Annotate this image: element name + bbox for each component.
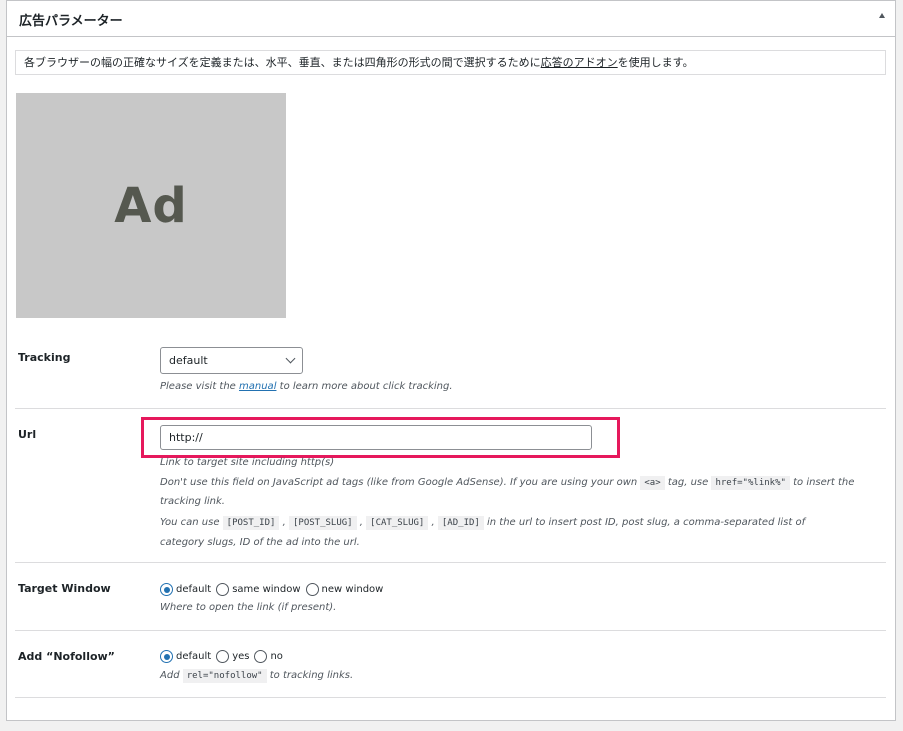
tracking-desc-before: Please visit the bbox=[160, 381, 240, 392]
nofollow-no-radio[interactable] bbox=[254, 650, 268, 663]
nofollow-description: Add rel="nofollow" to tracking links. bbox=[160, 669, 354, 683]
url-desc3-after: in the url to insert post ID, post slug,… bbox=[483, 517, 806, 528]
url-desc-placeholders: You can use [POST_ID] , [POST_SLUG] , [C… bbox=[160, 516, 806, 530]
manual-link[interactable]: manual bbox=[239, 381, 276, 392]
nofollow-default-label: default bbox=[176, 651, 212, 662]
notice-text-after: を使用します。 bbox=[617, 56, 694, 69]
target-window-default-label: default bbox=[176, 584, 212, 595]
target-window-same-label: same window bbox=[232, 584, 301, 595]
nofollow-desc-after: to tracking links. bbox=[266, 670, 354, 681]
row-divider bbox=[15, 697, 886, 698]
url-desc3-before: You can use bbox=[160, 517, 223, 528]
responsive-addon-notice: 各ブラウザーの幅の正確なサイズを定義または、水平、垂直、または四角形の形式の間で… bbox=[15, 50, 886, 75]
href-link-code: href="%link%" bbox=[711, 476, 790, 490]
ad-preview-label: Ad bbox=[114, 177, 188, 234]
tracking-description: Please visit the manual to learn more ab… bbox=[160, 381, 453, 392]
nofollow-options: default yes no bbox=[160, 650, 285, 663]
nofollow-yes-label: yes bbox=[232, 651, 250, 662]
post-id-code: [POST_ID] bbox=[222, 516, 280, 530]
row-divider bbox=[15, 562, 886, 563]
collapse-arrow-icon[interactable] bbox=[879, 13, 885, 18]
target-window-new-label: new window bbox=[321, 584, 384, 595]
target-window-same-radio[interactable] bbox=[216, 583, 230, 596]
row-divider bbox=[15, 630, 886, 631]
anchor-tag-code: <a> bbox=[640, 476, 665, 490]
notice-text-before: 各ブラウザーの幅の正確なサイズを定義または、水平、垂直、または四角形の形式の間で… bbox=[24, 56, 541, 69]
ad-id-code: [AD_ID] bbox=[437, 516, 484, 530]
post-slug-code: [POST_SLUG] bbox=[289, 516, 357, 530]
url-desc2-mid: tag, use bbox=[664, 477, 712, 488]
responsive-addon-link[interactable]: 応答のアドオン bbox=[541, 56, 618, 69]
nofollow-default-radio[interactable] bbox=[160, 650, 173, 663]
nofollow-yes-radio[interactable] bbox=[216, 650, 230, 663]
target-window-options: default same window new window bbox=[160, 583, 385, 596]
url-desc-line2: tracking link. bbox=[160, 496, 225, 507]
cat-slug-code: [CAT_SLUG] bbox=[366, 516, 429, 530]
nofollow-no-label: no bbox=[270, 651, 283, 662]
ad-preview-image: Ad bbox=[16, 93, 286, 318]
nofollow-label: Add “Nofollow” bbox=[18, 650, 115, 663]
tracking-select[interactable]: default bbox=[160, 347, 303, 374]
nofollow-desc-before: Add bbox=[160, 670, 183, 681]
tracking-desc-after: to learn more about click tracking. bbox=[276, 381, 453, 392]
rel-nofollow-code: rel="nofollow" bbox=[182, 669, 267, 683]
row-divider bbox=[15, 408, 886, 409]
tracking-selected-value: default bbox=[169, 354, 208, 367]
url-desc-protocol: Link to target site including http(s) bbox=[160, 457, 335, 468]
panel-title: 広告パラメーター bbox=[19, 14, 123, 29]
target-window-description: Where to open the link (if present). bbox=[160, 602, 337, 613]
url-desc2-before: Don't use this field on JavaScript ad ta… bbox=[160, 477, 641, 488]
panel-header[interactable]: 広告パラメーター bbox=[7, 1, 895, 37]
target-window-label: Target Window bbox=[18, 582, 111, 595]
target-window-new-radio[interactable] bbox=[305, 583, 319, 596]
url-input[interactable] bbox=[160, 425, 592, 450]
target-window-default-radio[interactable] bbox=[160, 583, 173, 596]
url-label: Url bbox=[18, 428, 37, 441]
url-desc-javascript: Don't use this field on JavaScript ad ta… bbox=[160, 476, 855, 490]
url-desc-line3: category slugs, ID of the ad into the ur… bbox=[160, 537, 360, 548]
chevron-down-icon bbox=[285, 353, 296, 364]
tracking-label: Tracking bbox=[18, 351, 71, 364]
url-desc2-after: to insert the bbox=[789, 477, 855, 488]
